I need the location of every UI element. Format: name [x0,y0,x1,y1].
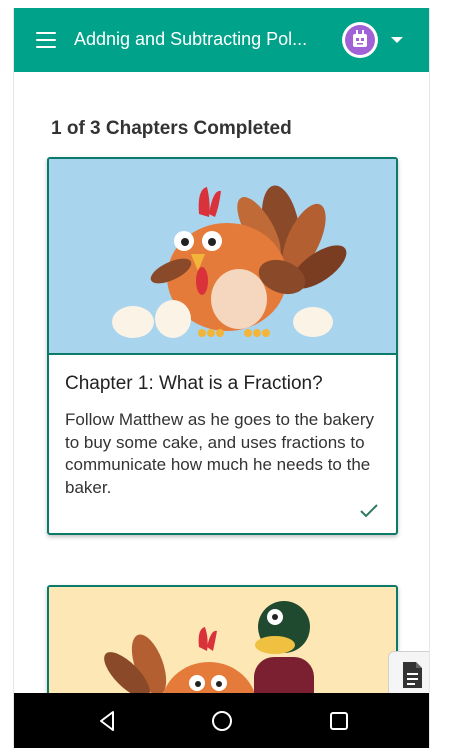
document-icon [403,662,422,688]
chapter-1-description: Follow Matthew as he goes to the bakery … [65,410,374,497]
chapter-1-illustration [49,159,396,355]
chapter-1-title: Chapter 1: What is a Fraction? [65,373,323,394]
chapter-card-1[interactable]: Chapter 1: What is a Fraction? Follow Ma… [47,157,398,535]
robot-avatar-icon [343,23,377,57]
caret-down-icon[interactable] [391,37,403,43]
check-icon [360,504,378,518]
home-circle-icon[interactable] [210,709,234,733]
profile-avatar[interactable] [342,22,378,58]
recents-square-icon[interactable] [327,709,351,733]
back-triangle-icon[interactable] [96,709,120,733]
phone-screen: Addnig and Subtracting Pol... 1 of 3 Cha… [13,8,430,748]
topic-title: Addnig and Subtracting Pol... [74,29,308,49]
chapters-progress: 1 of 3 Chapters Completed [51,118,292,139]
document-button[interactable] [388,651,429,697]
app-bar: Addnig and Subtracting Pol... [14,8,429,72]
turkey-with-eggs-illustration [112,185,347,338]
hamburger-menu-icon[interactable] [36,32,56,48]
system-navigation-bar [14,693,429,748]
